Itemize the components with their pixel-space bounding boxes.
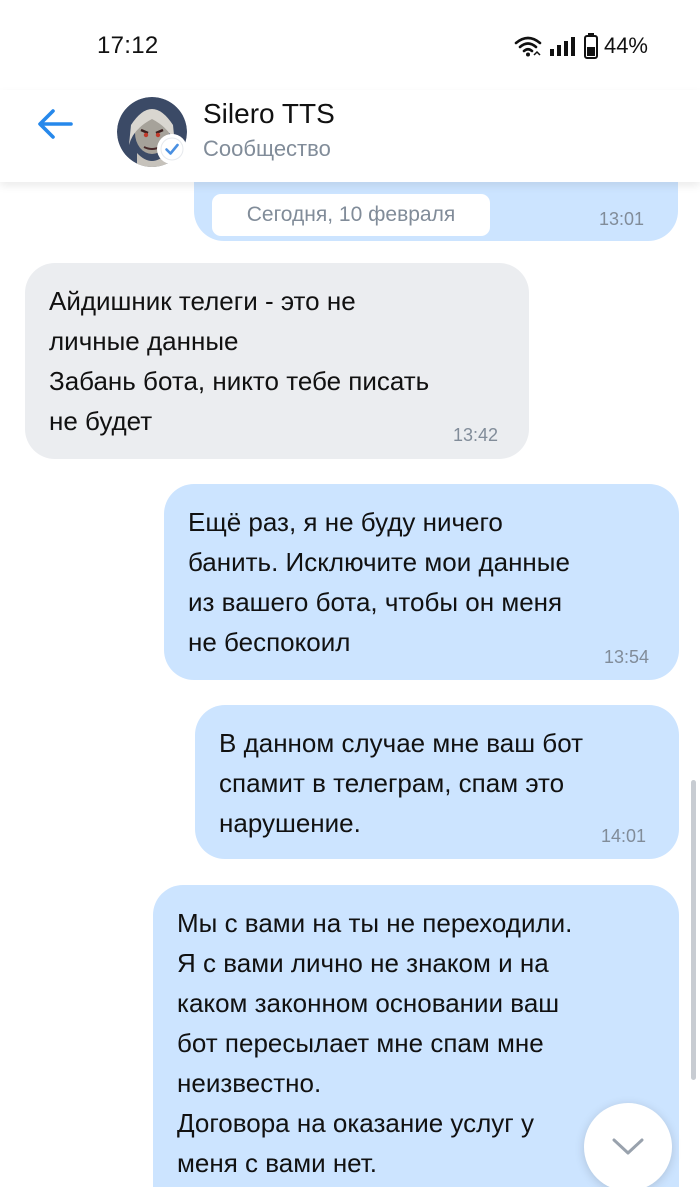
message-bubble[interactable]: В данном случае мне ваш бот спамит в тел… [195,705,679,859]
message-time: 14:01 [601,826,647,846]
verified-badge [157,134,187,164]
status-bar: 17:12 44% [0,0,700,90]
message-bubble[interactable]: Сегодня, 10 февраля 13:01 [194,182,678,241]
wifi-icon [514,36,542,57]
scroll-to-bottom-button[interactable] [584,1103,672,1187]
signal-icon [549,37,575,56]
message-time: 13:42 [453,425,499,445]
battery-percent: 44% [603,33,648,58]
scrollbar[interactable] [691,780,696,1080]
message-time: 13:01 [599,209,645,229]
message-bubble[interactable]: Ещё раз, я не буду ничего банить. Исключ… [164,484,679,680]
date-separator: Сегодня, 10 февраля [212,194,490,236]
chat-header: Silero TTS Сообщество [0,90,700,182]
message-text: Айдишник телеги - это не личные данные З… [49,286,430,436]
message-list[interactable]: Сегодня, 10 февраля 13:01 Айдишник телег… [0,182,700,1187]
verified-check-icon [160,137,184,161]
battery-icon [583,33,598,59]
message-text: Ещё раз, я не буду ничего банить. Исключ… [188,507,570,657]
chat-title[interactable]: Silero TTS [203,98,335,130]
chevron-down-icon [612,1138,644,1155]
back-button[interactable] [30,104,80,144]
status-time: 17:12 [97,32,159,59]
back-arrow-icon [38,109,73,139]
message-bubble[interactable]: Айдишник телеги - это не личные данные З… [25,263,529,459]
status-icons: 44% [514,33,648,59]
message-time: 13:54 [604,647,650,667]
message-text: В данном случае мне ваш бот спамит в тел… [219,728,583,838]
chat-subtitle: Сообщество [203,136,331,161]
